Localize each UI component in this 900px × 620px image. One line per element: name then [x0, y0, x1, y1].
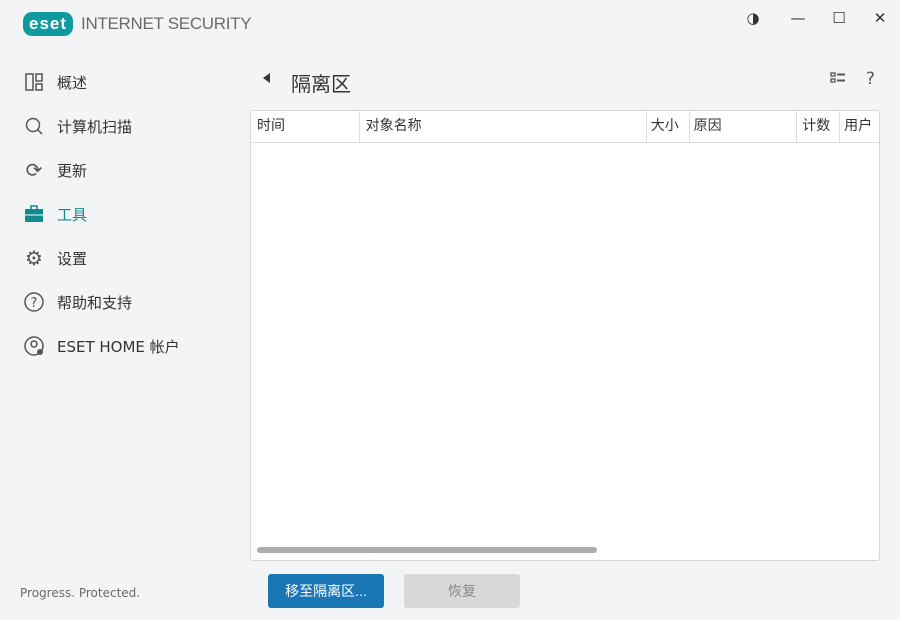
quarantine-table: 时间 对象名称 大小 原因 计数 用户 — [250, 110, 880, 561]
sidebar-item-settings[interactable]: ⚙ 设置 — [0, 236, 240, 280]
sidebar-item-label: 概述 — [57, 73, 88, 92]
eset-logo: eset INTERNET SECURITY — [23, 12, 252, 36]
svg-text:?: ? — [31, 296, 38, 311]
maximize-icon[interactable]: ☐ — [829, 8, 849, 28]
sidebar-item-label: 更新 — [57, 161, 88, 180]
sidebar-item-tools[interactable]: 工具 — [0, 192, 240, 236]
column-header-size[interactable]: 大小 — [647, 111, 690, 142]
column-header-user[interactable]: 用户 — [840, 111, 879, 142]
close-icon[interactable]: ✕ — [870, 8, 890, 28]
sidebar-item-label: 计算机扫描 — [57, 117, 133, 136]
sidebar-item-update[interactable]: ⟳ 更新 — [0, 148, 240, 192]
minimize-icon[interactable]: — — [788, 8, 808, 28]
sidebar-item-label: 工具 — [57, 205, 88, 224]
column-header-time[interactable]: 时间 — [251, 111, 360, 142]
column-header-count[interactable]: 计数 — [797, 111, 841, 142]
page-title: 隔离区 — [291, 72, 351, 96]
move-to-quarantine-button[interactable]: 移至隔离区... — [268, 574, 384, 608]
sidebar-item-account[interactable]: ESET HOME 帐户 — [0, 324, 240, 368]
column-header-reason[interactable]: 原因 — [690, 111, 798, 142]
contrast-icon[interactable]: ◑ — [743, 8, 763, 28]
sidebar-item-scan[interactable]: 计算机扫描 — [0, 104, 240, 148]
restore-button[interactable]: 恢复 — [404, 574, 520, 608]
horizontal-scrollbar[interactable] — [257, 547, 597, 553]
back-arrow-icon[interactable] — [263, 73, 270, 83]
refresh-icon: ⟳ — [25, 158, 43, 182]
product-name: INTERNET SECURITY — [81, 14, 252, 33]
account-icon — [24, 336, 44, 356]
sidebar-item-label: 设置 — [57, 249, 88, 268]
help-button[interactable]: ? — [866, 69, 875, 89]
help-icon: ? — [24, 292, 44, 312]
sidebar-item-label: 帮助和支持 — [57, 293, 133, 312]
table-header: 时间 对象名称 大小 原因 计数 用户 — [251, 111, 879, 143]
tagline: Progress. Protected. — [20, 586, 141, 600]
search-icon — [24, 116, 44, 136]
overview-icon — [24, 72, 44, 92]
gear-icon: ⚙ — [25, 246, 43, 270]
list-view-icon[interactable] — [830, 70, 846, 90]
sidebar-item-label: ESET HOME 帐户 — [57, 337, 180, 356]
logo-badge: eset — [23, 12, 74, 36]
column-header-object-name[interactable]: 对象名称 — [360, 111, 647, 142]
sidebar-item-overview[interactable]: 概述 — [0, 60, 240, 104]
sidebar-item-help[interactable]: ? 帮助和支持 — [0, 280, 240, 324]
toolbox-icon — [24, 204, 44, 224]
sidebar: 概述 计算机扫描 ⟳ 更新 工具 ⚙ 设置 ? 帮助和支持 ESET HOME 帐户 — [0, 60, 240, 368]
